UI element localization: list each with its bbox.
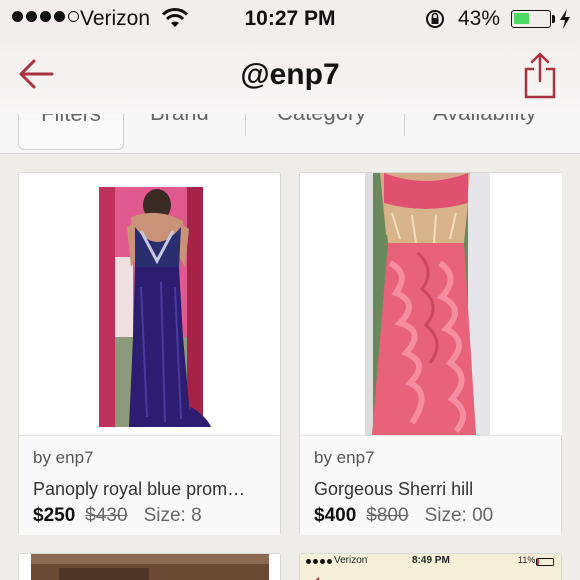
price-row: $400 $800 Size: 00 <box>314 505 493 527</box>
listing-original-price: $430 <box>85 505 128 526</box>
preview-battery-icon <box>536 558 554 566</box>
listing-original-price: $800 <box>366 505 409 526</box>
filter-bar: Filters Brand Category Availability <box>0 114 580 154</box>
listing-image[interactable] <box>19 554 281 580</box>
listing-meta: by enp7 Gorgeous Sherri hill $400 $800 S… <box>300 435 561 535</box>
listing-title[interactable]: Panoply royal blue prom… <box>33 479 245 500</box>
listing-image[interactable] <box>31 187 269 427</box>
listing-card[interactable]: Verizon 8:49 PM 11% <box>299 553 562 580</box>
battery-level-fill <box>514 13 529 24</box>
battery-tip <box>552 15 555 23</box>
battery-percent: 43% <box>458 7 501 30</box>
page-title: @enp7 <box>240 58 340 91</box>
category-filter[interactable]: Category <box>277 114 366 126</box>
signal-strength-icon <box>306 559 332 564</box>
preview-time: 8:49 PM <box>412 555 450 566</box>
listing-seller[interactable]: by enp7 <box>314 448 375 468</box>
filter-divider <box>404 114 405 136</box>
listing-price: $250 <box>33 505 76 526</box>
status-bar: Verizon 10:27 PM 43% <box>0 0 580 38</box>
listing-title[interactable]: Gorgeous Sherri hill <box>314 479 473 500</box>
preview-battery-percent: 11% <box>518 555 536 565</box>
preview-carrier: Verizon <box>334 555 368 566</box>
listing-size: Size: 00 <box>424 505 494 526</box>
share-icon[interactable] <box>523 51 557 99</box>
listing-card[interactable]: by enp7 Gorgeous Sherri hill $400 $800 S… <box>299 172 562 535</box>
price-row: $250 $430 Size: 8 <box>33 505 202 527</box>
listing-size: Size: 8 <box>143 505 202 526</box>
listing-card[interactable]: by enp7 Panoply royal blue prom… $250 $4… <box>18 172 281 535</box>
brand-filter[interactable]: Brand <box>150 114 209 126</box>
filters-button[interactable]: Filters <box>18 114 124 150</box>
rotation-lock-icon <box>426 10 444 28</box>
filter-divider <box>245 114 246 136</box>
dress-photo-blue <box>31 187 269 427</box>
listing-image[interactable] <box>300 173 562 435</box>
listing-meta: by enp7 Panoply royal blue prom… $250 $4… <box>19 435 280 535</box>
back-arrow-icon <box>315 577 320 580</box>
battery-icon <box>511 10 551 28</box>
listing-card[interactable] <box>18 553 281 580</box>
listing-image[interactable]: Verizon 8:49 PM 11% <box>300 554 561 580</box>
dress-photo-pink <box>300 173 562 435</box>
charging-bolt-icon <box>560 9 570 29</box>
listing-price: $400 <box>314 505 357 526</box>
availability-filter[interactable]: Availability <box>433 114 537 126</box>
listing-seller[interactable]: by enp7 <box>33 448 94 468</box>
nav-bar: @enp7 <box>0 38 580 114</box>
filters-label: Filters <box>19 114 123 127</box>
